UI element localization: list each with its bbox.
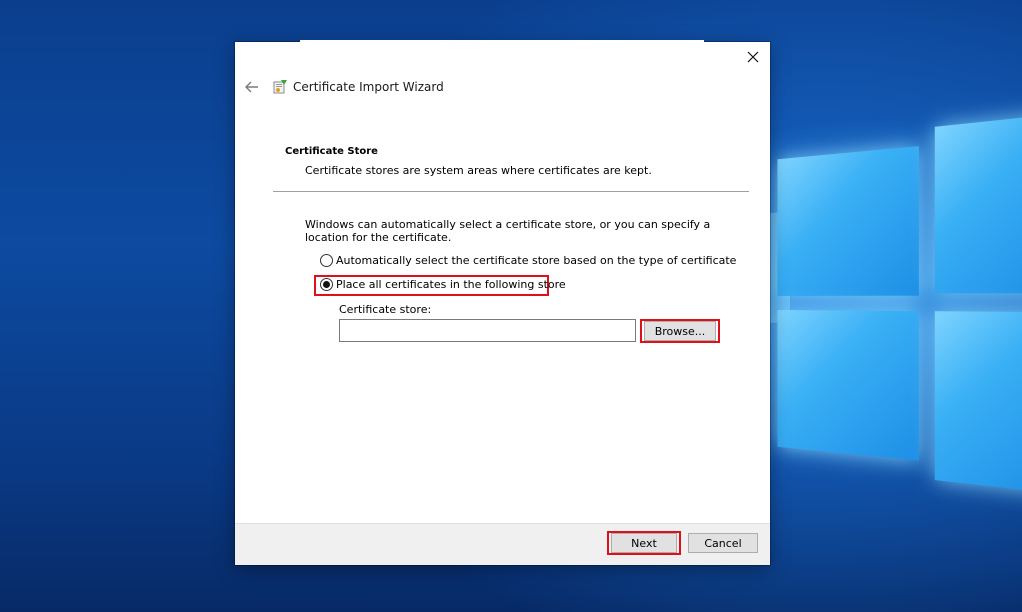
auto-select-option[interactable]: Automatically select the certificate sto… — [320, 254, 736, 267]
place-in-store-radio[interactable] — [320, 278, 333, 291]
close-button[interactable] — [736, 42, 770, 72]
auto-select-label: Automatically select the certificate sto… — [336, 254, 737, 267]
windows-logo-pane — [777, 310, 919, 461]
certificate-import-wizard-dialog: Certificate Import Wizard Certificate St… — [235, 40, 770, 565]
back-button[interactable] — [243, 78, 261, 96]
header-divider — [273, 191, 749, 192]
certificate-wizard-icon — [273, 80, 287, 94]
windows-logo-pane — [934, 113, 1022, 294]
back-arrow-icon — [245, 81, 258, 93]
windows-logo-pane — [777, 146, 919, 296]
browse-button[interactable]: Browse... — [644, 321, 716, 341]
certificate-store-input[interactable] — [339, 319, 636, 342]
windows-logo — [770, 103, 1022, 495]
title-strip — [300, 40, 704, 43]
cancel-button[interactable]: Cancel — [688, 533, 758, 553]
dialog-title: Certificate Import Wizard — [293, 80, 444, 94]
section-heading: Certificate Store — [285, 146, 378, 157]
close-icon — [747, 51, 759, 63]
auto-select-radio[interactable] — [320, 254, 333, 267]
radio-selected-dot — [323, 281, 330, 288]
place-in-store-label: Place all certificates in the following … — [336, 278, 566, 291]
certificate-store-label: Certificate store: — [339, 303, 432, 316]
place-in-store-option[interactable]: Place all certificates in the following … — [320, 278, 566, 291]
intro-text: Windows can automatically select a certi… — [305, 218, 711, 244]
windows-logo-pane — [934, 311, 1022, 494]
section-description: Certificate stores are system areas wher… — [305, 164, 652, 177]
next-button[interactable]: Next — [611, 533, 677, 553]
